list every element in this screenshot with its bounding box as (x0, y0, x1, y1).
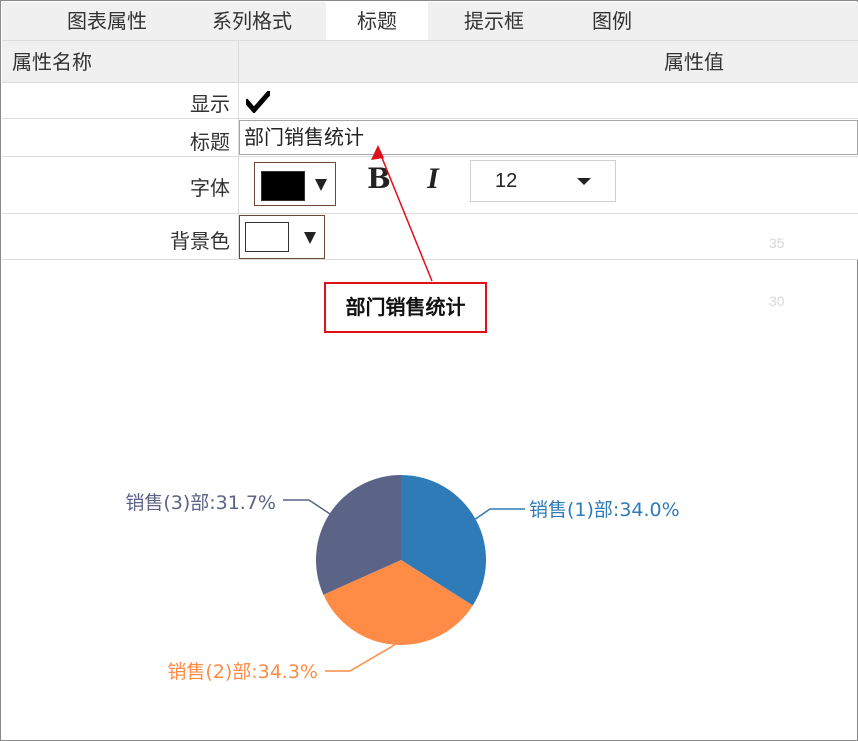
tab-title[interactable]: 标题 (326, 2, 428, 40)
header-property-value: 属性值 (664, 50, 724, 74)
tab-tooltip[interactable]: 提示框 (428, 2, 560, 40)
property-grid-header: 属性名称 属性值 (2, 40, 858, 83)
caret-down-icon (577, 178, 591, 185)
font-size-value: 12 (495, 170, 518, 192)
font-label: 字体 (190, 176, 230, 200)
show-checkbox[interactable] (242, 87, 272, 117)
tab-legend[interactable]: 图例 (560, 2, 664, 40)
title-callout: 部门销售统计 (324, 282, 487, 333)
property-row-background: 背景色 (2, 214, 858, 260)
property-row-show: 显示 (2, 83, 858, 119)
background-color-picker[interactable] (239, 215, 325, 259)
callout-text: 部门销售统计 (345, 295, 466, 319)
chart-properties-window: 图表属性 系列格式 标题 提示框 图例 属性名称 属性值 显示 标题 部门销售统… (0, 0, 858, 741)
bold-button[interactable]: B (364, 161, 394, 197)
font-size-select[interactable]: 12 (470, 160, 616, 202)
font-color-swatch (261, 171, 305, 201)
font-color-picker[interactable] (254, 162, 336, 206)
italic-button[interactable]: I (418, 161, 448, 197)
tab-chart-properties[interactable]: 图表属性 (36, 2, 178, 40)
faint-tick-label: 30 (769, 293, 785, 309)
tab-bar: 图表属性 系列格式 标题 提示框 图例 (2, 2, 858, 40)
property-row-font: 字体 B I 12 (2, 157, 858, 214)
show-label: 显示 (190, 92, 230, 116)
dropdown-arrow-icon (315, 179, 327, 191)
title-input[interactable]: 部门销售统计 (239, 120, 858, 155)
checkmark-icon (246, 91, 270, 113)
tab-series-format[interactable]: 系列格式 (178, 2, 326, 40)
property-row-title: 标题 部门销售统计 (2, 119, 858, 157)
faint-tick-label: 35 (769, 235, 785, 251)
row-divider (238, 83, 239, 118)
header-divider (238, 41, 239, 83)
dropdown-arrow-icon (304, 232, 316, 244)
background-color-swatch (245, 222, 289, 252)
title-label: 标题 (190, 130, 230, 154)
header-property-name: 属性名称 (12, 50, 92, 74)
background-label: 背景色 (170, 229, 230, 253)
row-divider (238, 157, 239, 213)
